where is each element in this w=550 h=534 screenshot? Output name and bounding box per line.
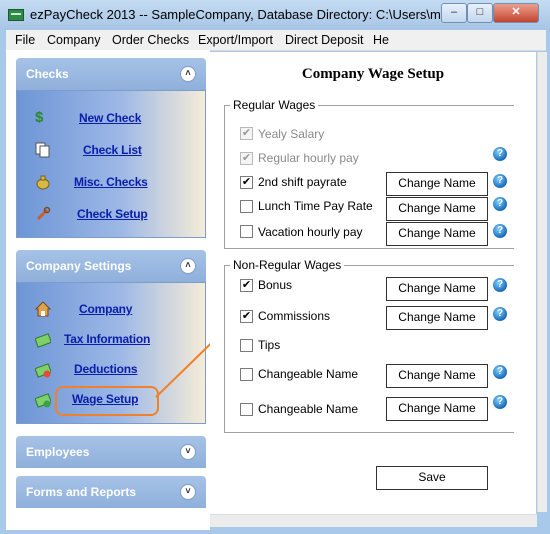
expand-icon[interactable]: ˅ (180, 484, 196, 500)
checkbox-changeable-name-2[interactable] (240, 403, 253, 416)
checkbox-regular-hourly[interactable]: ✔ (240, 152, 253, 165)
label-yearly-salary: Yealy Salary (258, 127, 325, 141)
group-border-bottom (224, 248, 514, 249)
change-name-button[interactable]: Change Name (386, 197, 488, 221)
app-icon (8, 9, 24, 21)
label-tips: Tips (258, 338, 281, 352)
wrench-icon (35, 206, 51, 222)
help-icon[interactable]: ? (493, 365, 507, 379)
close-button[interactable]: ✕ (493, 3, 539, 23)
horizontal-scrollbar[interactable] (210, 514, 537, 527)
house-icon (34, 301, 52, 317)
change-name-button[interactable]: Change Name (386, 172, 488, 196)
group-border-left (224, 105, 225, 248)
company-settings-panel-header[interactable]: Company Settings ˄ (16, 250, 206, 282)
vertical-scrollbar[interactable] (537, 52, 547, 512)
menu-order-checks[interactable]: Order Checks (112, 33, 189, 47)
forms-reports-panel-header[interactable]: Forms and Reports ˅ (16, 476, 206, 508)
group-border-bottom (224, 432, 514, 433)
checkbox-vacation-hourly[interactable] (240, 225, 253, 238)
employees-panel-title: Employees (26, 445, 90, 459)
menu-file[interactable]: File (15, 33, 35, 47)
change-name-button[interactable]: Change Name (386, 306, 488, 330)
change-name-button[interactable]: Change Name (386, 364, 488, 388)
checkbox-yearly-salary[interactable]: ✔ (240, 127, 253, 140)
page-title: Company Wage Setup (301, 66, 445, 82)
help-icon[interactable]: ? (493, 174, 507, 188)
help-icon[interactable]: ? (493, 278, 507, 292)
company-settings-panel-title: Company Settings (26, 259, 132, 273)
nav-tax-information[interactable]: Tax Information (64, 332, 150, 346)
nav-company[interactable]: Company (79, 302, 132, 316)
non-regular-wages-label: Non-Regular Wages (230, 258, 345, 272)
nav-check-list[interactable]: Check List (83, 143, 142, 157)
help-icon[interactable]: ? (493, 307, 507, 321)
menu-help[interactable]: He (373, 33, 389, 47)
help-icon[interactable]: ? (493, 224, 507, 238)
wage-money-icon (34, 392, 52, 408)
checkbox-2nd-shift[interactable]: ✔ (240, 176, 253, 189)
app-window: ezPayCheck 2013 -- SampleCompany, Databa… (0, 0, 550, 534)
wage-setup-panel: Company Wage Setup Regular Wages ✔ Yealy… (210, 52, 536, 514)
label-vacation-hourly: Vacation hourly pay (258, 225, 363, 239)
checks-panel: $ New Check Check List Misc. Checks Chec… (16, 90, 206, 238)
forms-reports-panel-title: Forms and Reports (26, 485, 137, 499)
collapse-icon[interactable]: ˄ (180, 258, 196, 274)
menu-direct-deposit[interactable]: Direct Deposit (285, 33, 364, 47)
maximize-button[interactable]: □ (467, 3, 493, 23)
expand-icon[interactable]: ˅ (180, 444, 196, 460)
nav-misc-checks[interactable]: Misc. Checks (74, 175, 148, 189)
label-lunch-time: Lunch Time Pay Rate (258, 199, 373, 213)
help-icon[interactable]: ? (493, 197, 507, 211)
label-regular-hourly: Regular hourly pay (258, 151, 359, 165)
nav-new-check[interactable]: New Check (79, 111, 141, 125)
label-2nd-shift: 2nd shift payrate (258, 175, 347, 189)
label-bonus: Bonus (258, 278, 293, 292)
nav-wage-setup[interactable]: Wage Setup (72, 392, 138, 406)
deduction-money-icon (34, 362, 52, 378)
help-icon[interactable]: ? (493, 147, 507, 161)
label-changeable-name-2: Changeable Name (258, 402, 359, 416)
menu-company[interactable]: Company (47, 33, 101, 47)
title-bar: ezPayCheck 2013 -- SampleCompany, Databa… (0, 0, 550, 30)
help-icon[interactable]: ? (493, 395, 507, 409)
collapse-icon[interactable]: ˄ (180, 66, 196, 82)
dollar-icon: $ (35, 109, 44, 126)
documents-icon (35, 142, 51, 158)
group-border-left (224, 265, 225, 432)
employees-panel-header[interactable]: Employees ˅ (16, 436, 206, 468)
menu-export-import[interactable]: Export/Import (198, 33, 273, 47)
label-changeable-name-1: Changeable Name (258, 367, 359, 381)
minimize-button[interactable]: – (441, 3, 467, 23)
checkbox-lunch-time[interactable] (240, 200, 253, 213)
money-icon (34, 332, 52, 348)
menu-bar: File Company Order Checks Export/Import … (6, 30, 546, 51)
regular-wages-label: Regular Wages (230, 98, 319, 112)
label-commissions: Commissions (258, 309, 331, 323)
change-name-button[interactable]: Change Name (386, 222, 488, 246)
nav-deductions[interactable]: Deductions (74, 362, 138, 376)
checkbox-changeable-name-1[interactable] (240, 368, 253, 381)
checkbox-tips[interactable] (240, 339, 253, 352)
change-name-button[interactable]: Change Name (386, 277, 488, 301)
save-button[interactable]: Save (376, 466, 488, 490)
checkbox-commissions[interactable]: ✔ (240, 310, 253, 323)
change-name-button[interactable]: Change Name (386, 397, 488, 421)
checks-panel-title: Checks (26, 67, 69, 81)
window-title: ezPayCheck 2013 -- SampleCompany, Databa… (30, 7, 440, 22)
checkbox-bonus[interactable]: ✔ (240, 279, 253, 292)
checks-panel-header[interactable]: Checks ˄ (16, 58, 206, 90)
money-bag-icon (35, 174, 51, 190)
sidebar: Checks ˄ $ New Check Check List Misc. Ch… (6, 50, 210, 530)
nav-check-setup[interactable]: Check Setup (77, 207, 148, 221)
